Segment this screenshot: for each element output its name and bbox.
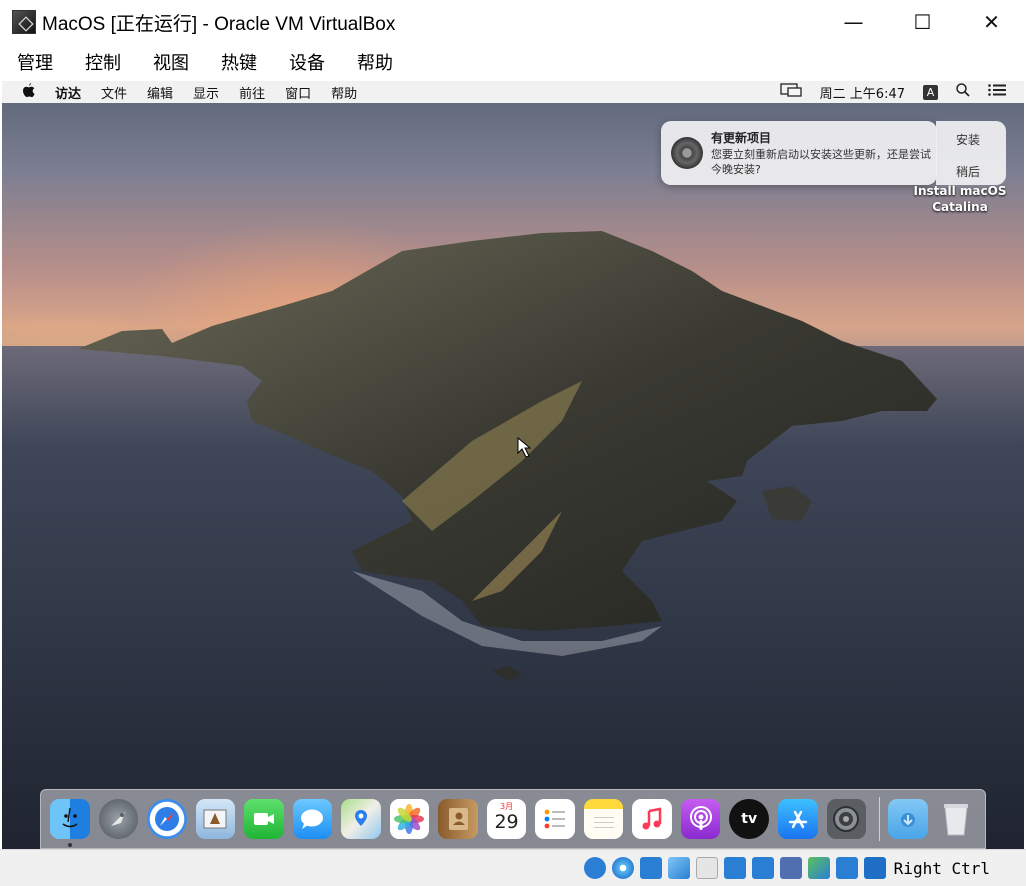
install-macos-desktop-icon[interactable]: Install macOS Catalina (910, 183, 1010, 215)
update-notification[interactable]: 有更新项目 您要立刻重新启动以安装这些更新，还是尝试今晚安装? (661, 121, 937, 185)
display-mirroring-icon[interactable] (780, 83, 802, 101)
system-preferences-icon[interactable] (826, 799, 867, 839)
audio-icon[interactable] (639, 857, 662, 879)
mouse-integration-icon[interactable] (835, 857, 858, 879)
maps-icon[interactable] (341, 799, 381, 839)
mac-menu-finder[interactable]: 访达 (55, 83, 81, 102)
menu-view[interactable]: 视图 (153, 49, 189, 75)
desktop-icon-label-line2: Catalina (932, 200, 988, 214)
menu-help[interactable]: 帮助 (357, 49, 393, 75)
reminders-icon[interactable] (535, 799, 575, 839)
input-source-icon[interactable]: A (923, 84, 938, 100)
apple-tv-icon[interactable]: tv (729, 799, 769, 839)
mac-menu-file[interactable]: 文件 (101, 83, 127, 102)
minimize-button[interactable]: — (819, 0, 888, 44)
calendar-month: 3月 (500, 802, 514, 811)
apple-menu-icon[interactable] (22, 82, 35, 102)
menu-manage[interactable]: 管理 (17, 49, 53, 75)
mac-menu-view[interactable]: 显示 (193, 83, 219, 102)
notification-actions: 安装 稍后 (936, 121, 1006, 185)
trash-icon[interactable] (937, 799, 977, 839)
mac-menu-help[interactable]: 帮助 (331, 83, 357, 102)
window-title: MacOS [正在运行] - Oracle VM VirtualBox (42, 13, 396, 35)
install-button[interactable]: 安装 (956, 131, 980, 148)
notification-title: 有更新项目 (711, 131, 772, 145)
podcasts-icon[interactable] (680, 799, 721, 839)
menu-devices[interactable]: 设备 (289, 49, 325, 75)
maximize-button[interactable]: ☐ (888, 0, 957, 44)
contacts-icon[interactable] (438, 799, 478, 839)
macos-menubar: 访达 文件 编辑 显示 前往 窗口 帮助 周二 上午6:47 A (2, 81, 1024, 103)
music-icon[interactable] (632, 799, 672, 839)
spotlight-search-icon[interactable] (956, 83, 970, 101)
network-icon[interactable] (667, 857, 690, 879)
mac-menu-edit[interactable]: 编辑 (147, 83, 173, 102)
hard-disk-icon[interactable] (583, 857, 606, 879)
apple-tv-label: tv (741, 811, 758, 827)
menu-hotkeys[interactable]: 热键 (221, 49, 257, 75)
notes-icon[interactable] (583, 799, 624, 839)
calendar-icon[interactable]: 3月 29 (486, 799, 527, 839)
catalina-wallpaper (2, 231, 1024, 849)
downloads-folder-icon[interactable] (888, 799, 928, 839)
messages-icon[interactable] (292, 799, 333, 839)
menubar-clock[interactable]: 周二 上午6:47 (820, 83, 905, 102)
mac-menu-go[interactable]: 前往 (239, 83, 265, 102)
calendar-day: 29 (494, 811, 519, 833)
virtualbox-statusbar: Right Ctrl (0, 849, 1026, 886)
finder-running-indicator (68, 843, 72, 847)
system-preferences-gear-icon (671, 137, 703, 169)
title-bar[interactable]: MacOS [正在运行] - Oracle VM VirtualBox — ☐ … (0, 0, 1026, 44)
video-capture-icon[interactable] (779, 857, 802, 879)
virtualbox-app-icon (12, 10, 36, 34)
photos-icon[interactable] (389, 799, 430, 839)
usb-icon[interactable] (695, 857, 718, 879)
menu-control[interactable]: 控制 (85, 49, 121, 75)
close-button[interactable]: ✕ (957, 0, 1026, 44)
keyboard-capture-icon[interactable] (863, 857, 886, 879)
host-key-label: Right Ctrl (893, 858, 990, 878)
virtualbox-menubar: 管理 控制 视图 热键 设备 帮助 (0, 44, 1026, 80)
notification-body: 您要立刻重新启动以安装这些更新，还是尝试今晚安装? (711, 148, 931, 176)
later-button[interactable]: 稍后 (956, 163, 980, 180)
dock: 3月 29 tv (40, 789, 986, 849)
mail-icon[interactable] (195, 799, 236, 839)
app-store-icon[interactable] (777, 799, 818, 839)
desktop-icon-label-line1: Install macOS (913, 184, 1007, 198)
shared-folders-icon[interactable] (723, 857, 746, 879)
optical-drive-icon[interactable] (611, 857, 634, 879)
dock-separator (879, 797, 881, 841)
launchpad-icon[interactable] (98, 799, 139, 839)
facetime-icon[interactable] (244, 799, 284, 839)
window-controls: — ☐ ✕ (819, 0, 1026, 44)
display-icon[interactable] (751, 857, 774, 879)
finder-icon[interactable] (50, 799, 90, 839)
notification-center-icon[interactable] (988, 84, 1006, 100)
safari-icon[interactable] (147, 799, 187, 839)
mac-menu-window[interactable]: 窗口 (285, 83, 311, 102)
virtualization-icon[interactable] (807, 857, 830, 879)
virtualbox-window: MacOS [正在运行] - Oracle VM VirtualBox — ☐ … (0, 0, 1026, 886)
guest-display[interactable]: 访达 文件 编辑 显示 前往 窗口 帮助 周二 上午6:47 A 有更新项目 您… (2, 81, 1024, 849)
